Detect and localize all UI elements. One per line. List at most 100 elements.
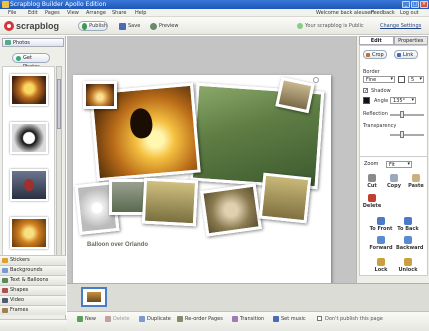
slider-knob[interactable] xyxy=(400,111,404,118)
shadow-checkbox[interactable]: ✓ xyxy=(363,88,368,94)
distant-balloon-photo[interactable] xyxy=(258,172,312,224)
category-frames[interactable]: Frames xyxy=(0,305,66,315)
logo-text: scrapblog xyxy=(16,21,60,31)
preview-label: Preview xyxy=(159,23,179,29)
slider-knob[interactable] xyxy=(400,131,404,138)
scrapbook-page[interactable]: Balloon over Orlando xyxy=(73,75,331,285)
menu-share[interactable]: Share xyxy=(112,9,126,17)
delete-page-button[interactable]: Delete xyxy=(105,315,129,323)
lock-icon xyxy=(377,258,385,266)
text-icon xyxy=(2,278,8,283)
menu-pages[interactable]: Pages xyxy=(45,9,60,17)
menu-view[interactable]: View xyxy=(67,9,79,17)
dont-publish-checkbox[interactable] xyxy=(317,316,322,321)
category-backgrounds[interactable]: Backgrounds xyxy=(0,265,66,275)
paste-button[interactable]: Paste xyxy=(404,174,428,189)
menu-help[interactable]: Help xyxy=(135,9,146,17)
delete-page-icon xyxy=(105,316,111,322)
copy-label: Copy xyxy=(387,183,401,189)
transition-icon xyxy=(232,316,238,322)
lock-label: Lock xyxy=(374,267,388,273)
new-page-button[interactable]: New xyxy=(77,315,96,323)
misty-sunrise-photo[interactable] xyxy=(141,177,199,227)
category-shapes[interactable]: Shapes xyxy=(0,285,66,295)
lock-button[interactable]: Lock xyxy=(369,258,393,273)
app-icon xyxy=(2,1,9,8)
copy-button[interactable]: Copy xyxy=(382,174,406,189)
menu-file[interactable]: File xyxy=(8,9,16,17)
set-music-button[interactable]: Set music xyxy=(273,315,306,323)
border-color-swatch[interactable] xyxy=(398,76,405,83)
photo-thumbnail[interactable] xyxy=(10,122,48,154)
actions-box: Zoom Fit Cut Copy Paste Delete To Front … xyxy=(359,156,428,276)
cut-button[interactable]: Cut xyxy=(360,174,384,189)
menu-edit[interactable]: Edit xyxy=(28,9,38,17)
reflection-slider[interactable] xyxy=(390,111,424,118)
transparency-label: Transparency xyxy=(363,123,397,129)
preview-icon xyxy=(150,22,157,30)
crop-button[interactable]: Crop xyxy=(363,50,387,59)
to-front-button[interactable]: To Front xyxy=(369,217,393,232)
paste-label: Paste xyxy=(408,183,424,189)
forward-button[interactable]: Forward xyxy=(369,236,393,251)
category-label: Video xyxy=(10,297,25,303)
paste-icon xyxy=(412,174,420,182)
photo-thumbnail[interactable] xyxy=(10,217,48,249)
dont-publish-option[interactable]: Don't publish this page xyxy=(317,315,383,323)
crop-label: Crop xyxy=(372,52,384,58)
photos-tab[interactable]: Photos xyxy=(2,38,64,47)
link-button[interactable]: Link xyxy=(394,50,418,59)
shadow-label: Shadow xyxy=(371,88,391,94)
preview-button[interactable]: Preview xyxy=(150,21,178,31)
tab-edit[interactable]: Edit xyxy=(359,36,394,45)
page-caption[interactable]: Balloon over Orlando xyxy=(87,242,148,248)
logout-link[interactable]: Log out xyxy=(400,9,419,17)
rotate-handle-icon[interactable] xyxy=(313,77,319,83)
minimize-icon[interactable]: _ xyxy=(402,1,410,8)
window-title: Scrapblog Builder Apollo Edition xyxy=(10,1,107,8)
share-status: Your scrapblog is Public xyxy=(297,23,364,29)
shadow-color-swatch[interactable] xyxy=(363,97,370,104)
photo-thumbnail[interactable] xyxy=(10,169,48,201)
unlock-button[interactable]: Unlock xyxy=(396,258,420,273)
transition-button[interactable]: Transition xyxy=(232,315,264,323)
small-balloon-photo[interactable] xyxy=(83,81,117,109)
to-back-button[interactable]: To Back xyxy=(396,217,420,232)
publish-button[interactable]: Publish xyxy=(78,21,108,31)
unlock-label: Unlock xyxy=(398,267,418,273)
close-icon[interactable]: × xyxy=(420,1,428,8)
photo-thumbnail[interactable] xyxy=(10,74,48,106)
save-icon xyxy=(119,22,126,30)
page-thumbnail[interactable] xyxy=(81,287,107,307)
share-status-text: Your scrapblog is Public xyxy=(305,23,364,29)
scrollbar-thumb[interactable] xyxy=(57,79,61,129)
maximize-icon[interactable]: □ xyxy=(411,1,419,8)
category-stickers[interactable]: Stickers xyxy=(0,255,66,265)
reflection-label: Reflection xyxy=(363,111,388,117)
link-label: Link xyxy=(403,52,414,58)
feedback-link[interactable]: Feedback xyxy=(371,9,395,17)
duplicate-label: Duplicate xyxy=(147,316,171,322)
delete-button[interactable]: Delete xyxy=(360,194,384,209)
category-video[interactable]: Video xyxy=(0,295,66,305)
photos-tab-label: Photos xyxy=(13,40,30,46)
border-style-select[interactable]: Fine xyxy=(363,76,395,83)
zoom-select[interactable]: Fit xyxy=(386,161,412,168)
backward-button[interactable]: Backward xyxy=(396,236,424,251)
change-settings-link[interactable]: Change Settings xyxy=(380,23,421,29)
tab-properties[interactable]: Properties xyxy=(393,36,428,45)
save-label: Save xyxy=(128,23,141,29)
category-text-balloons[interactable]: Text & Balloons xyxy=(0,275,66,285)
border-size-select[interactable]: 5 xyxy=(408,76,424,83)
angle-select[interactable]: 135° xyxy=(390,97,416,104)
duplicate-page-button[interactable]: Duplicate xyxy=(139,315,171,323)
save-button[interactable]: Save xyxy=(119,21,140,31)
forward-icon xyxy=(377,236,385,244)
transparency-slider[interactable] xyxy=(390,131,424,138)
thumbnails-scrollbar[interactable] xyxy=(56,66,62,274)
reorder-pages-button[interactable]: Re-order Pages xyxy=(177,315,223,323)
add-icon xyxy=(16,56,21,61)
tree-photo[interactable] xyxy=(200,183,262,237)
menu-arrange[interactable]: Arrange xyxy=(86,9,106,17)
get-photos-button[interactable]: Get Photos xyxy=(12,53,50,70)
